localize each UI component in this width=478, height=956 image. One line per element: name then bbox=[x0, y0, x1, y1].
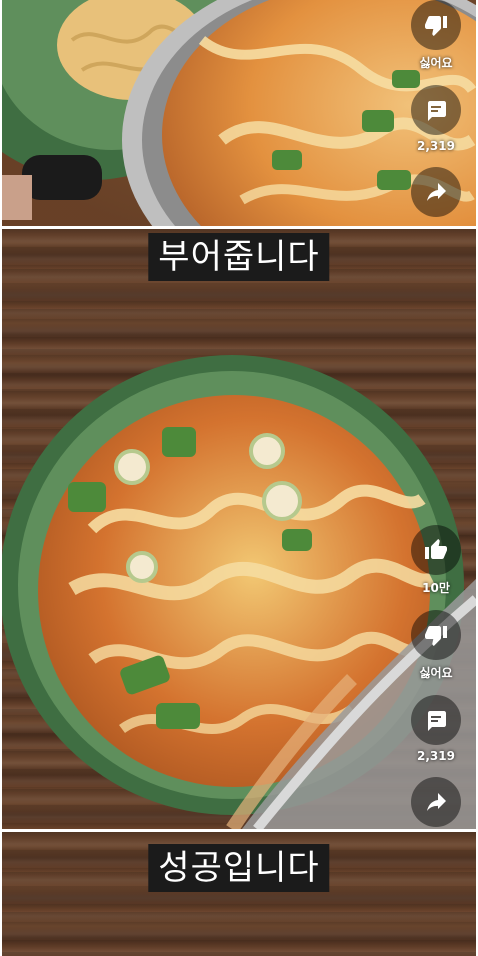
comment-icon bbox=[428, 711, 446, 731]
dislike-label: 싫어요 bbox=[419, 56, 453, 70]
dislike-button[interactable] bbox=[411, 610, 461, 660]
comment-button[interactable] bbox=[411, 695, 461, 745]
ramen-bowl-image bbox=[2, 355, 476, 829]
dislike-label: 싫어요 bbox=[419, 666, 453, 680]
comment-button[interactable] bbox=[411, 85, 461, 135]
video-frame-top[interactable]: 싫어요 2,319 bbox=[2, 0, 476, 226]
thumbs-down-icon bbox=[425, 16, 447, 36]
dislike-button[interactable] bbox=[411, 0, 461, 50]
share-icon bbox=[427, 183, 446, 201]
share-icon bbox=[427, 793, 446, 811]
thumbs-up-icon bbox=[425, 539, 447, 559]
ramen-pot-image bbox=[2, 0, 476, 226]
action-sidebar-middle: 10만 싫어요 2,319 bbox=[406, 525, 466, 827]
like-button[interactable] bbox=[411, 525, 461, 575]
thumbs-down-icon bbox=[425, 626, 447, 646]
caption-success: 성공입니다 bbox=[148, 844, 330, 892]
comment-icon bbox=[428, 101, 446, 121]
video-frame-middle[interactable]: 부어줍니다 10만 싫어요 2,319 bbox=[2, 229, 476, 829]
share-button[interactable] bbox=[411, 777, 461, 827]
video-frame-bottom[interactable]: 성공입니다 bbox=[2, 832, 476, 956]
comment-count: 2,319 bbox=[417, 749, 455, 763]
action-sidebar-top: 싫어요 2,319 bbox=[406, 0, 466, 217]
comment-count: 2,319 bbox=[417, 139, 455, 153]
share-button[interactable] bbox=[411, 167, 461, 217]
like-count: 10만 bbox=[422, 581, 450, 595]
shorts-screenshot: 싫어요 2,319 부어줍니다 10만 싫어요 2,319 성공입니다 bbox=[0, 0, 478, 956]
